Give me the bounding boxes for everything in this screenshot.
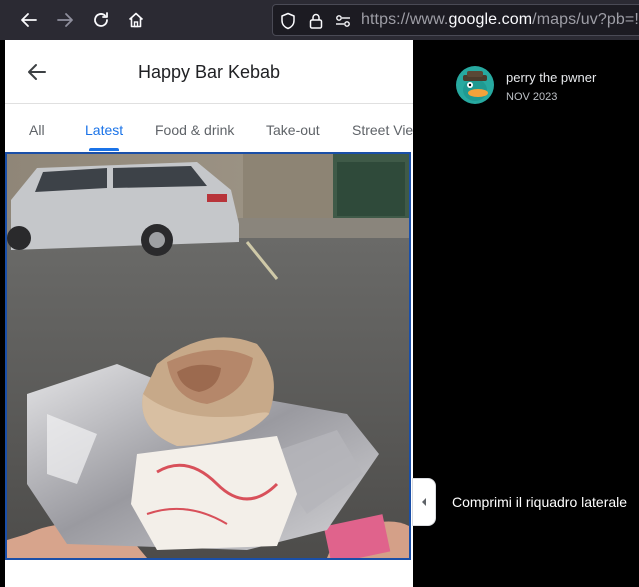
avatar[interactable]: [456, 66, 494, 104]
back-arrow-icon[interactable]: [17, 8, 41, 32]
tab-street-view[interactable]: Street View: [352, 122, 413, 138]
photo-thumbnail[interactable]: [5, 152, 411, 560]
shield-icon[interactable]: [279, 12, 297, 30]
tab-all[interactable]: All: [29, 122, 45, 138]
reload-icon[interactable]: [89, 8, 113, 32]
browser-toolbar: https://www.google.com/maps/uv?pb=!1: [0, 0, 639, 40]
kebab-photo: [7, 154, 409, 558]
collapse-panel-button[interactable]: [412, 478, 436, 526]
forward-arrow-icon[interactable]: [53, 8, 77, 32]
url-text: https://www.google.com/maps/uv?pb=!1: [361, 11, 639, 28]
active-tab-indicator: [89, 148, 119, 151]
collapse-panel-tooltip: Comprimi il riquadro laterale: [452, 494, 628, 510]
photo-date: NOV 2023: [506, 91, 558, 103]
tab-food-and-drink[interactable]: Food & drink: [155, 122, 234, 138]
home-icon[interactable]: [124, 8, 148, 32]
author-name[interactable]: perry the pwner: [506, 70, 596, 85]
photo-side-panel: Happy Bar Kebab All Latest Food & drink …: [5, 40, 413, 587]
place-title: Happy Bar Kebab: [137, 62, 281, 82]
tab-latest[interactable]: Latest: [85, 122, 123, 138]
photo-tabs: All Latest Food & drink Take-out Street …: [5, 104, 413, 152]
url-bar[interactable]: https://www.google.com/maps/uv?pb=!1: [272, 4, 639, 36]
permissions-icon[interactable]: [334, 12, 352, 30]
tab-take-out[interactable]: Take-out: [266, 122, 320, 138]
panel-header: Happy Bar Kebab: [5, 40, 413, 104]
lock-icon[interactable]: [307, 12, 325, 30]
caret-left-icon: [422, 498, 426, 506]
